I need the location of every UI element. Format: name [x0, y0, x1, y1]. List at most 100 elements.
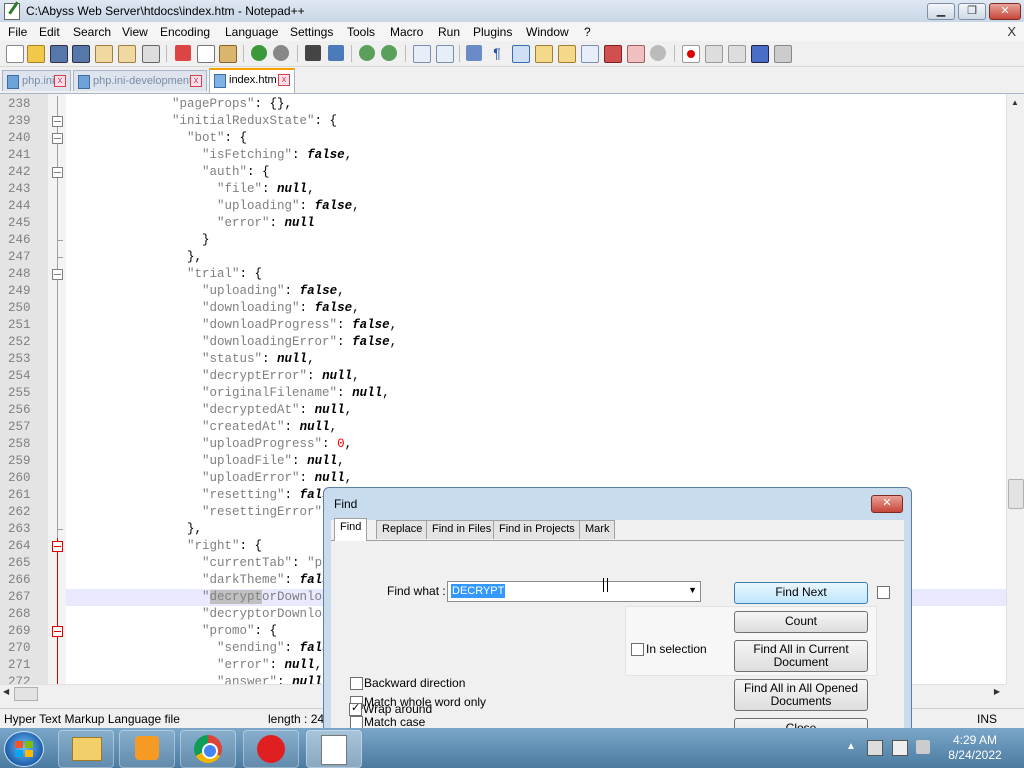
code-line[interactable]: 259 "uploadFile": null, — [0, 453, 1006, 470]
taskbar-app-red[interactable] — [243, 730, 299, 768]
wrap-around-checkbox[interactable] — [349, 701, 362, 716]
taskbar-notepadpp[interactable] — [306, 730, 362, 768]
menu-tools[interactable]: Tools — [347, 25, 375, 39]
code-line[interactable]: 253 "status": null, — [0, 351, 1006, 368]
find-all-opened-documents-button[interactable]: Find All in All Opened Documents — [734, 679, 868, 711]
sync-vertical-icon[interactable] — [413, 45, 431, 63]
menu-edit[interactable]: Edit — [39, 25, 60, 39]
user-language-icon[interactable] — [535, 45, 553, 63]
code-line[interactable]: 239 "initialReduxState": { — [0, 113, 1006, 130]
minimize-button[interactable]: ▁ — [927, 3, 955, 20]
save-all-icon[interactable] — [72, 45, 90, 63]
code-line[interactable]: 251 "downloadProgress": false, — [0, 317, 1006, 334]
fold-toggle-icon[interactable] — [52, 541, 63, 552]
new-file-icon[interactable] — [6, 45, 24, 63]
sync-horizontal-icon[interactable] — [436, 45, 454, 63]
code-line[interactable]: 238 "pageProps": {}, — [0, 96, 1006, 113]
fold-toggle-icon[interactable] — [52, 269, 63, 280]
transparency-checkbox[interactable] — [877, 586, 890, 599]
tab-find-in-projects[interactable]: Find in Projects — [493, 520, 581, 539]
backward-direction-checkbox[interactable] — [350, 677, 363, 690]
taskbar-explorer[interactable] — [58, 730, 114, 768]
menu-window[interactable]: Window — [526, 25, 569, 39]
doc-map-icon[interactable] — [558, 45, 576, 63]
menu-plugins[interactable]: Plugins — [473, 25, 512, 39]
menu-encoding[interactable]: Encoding — [160, 25, 210, 39]
save-macro-icon[interactable] — [774, 45, 792, 63]
volume-icon[interactable] — [916, 740, 930, 754]
play-macro-icon[interactable] — [728, 45, 746, 63]
code-line[interactable]: 249 "uploading": false, — [0, 283, 1006, 300]
taskbar-media-player[interactable] — [119, 730, 175, 768]
close-file-icon[interactable] — [95, 45, 113, 63]
menu-file[interactable]: File — [8, 25, 27, 39]
action-center-icon[interactable] — [892, 740, 908, 756]
menu-help[interactable]: ? — [584, 25, 591, 39]
fold-toggle-icon[interactable] — [52, 626, 63, 637]
find-what-input[interactable]: DECRYPT ▼ — [447, 581, 701, 602]
code-line[interactable]: 244 "uploading": false, — [0, 198, 1006, 215]
tab-find-in-files[interactable]: Find in Files — [426, 520, 498, 539]
code-line[interactable]: 242 "auth": { — [0, 164, 1006, 181]
fold-toggle-icon[interactable] — [52, 116, 63, 127]
close-all-icon[interactable] — [118, 45, 136, 63]
close-document-x[interactable]: X — [1007, 24, 1016, 39]
close-button[interactable]: ✕ — [989, 3, 1021, 20]
scroll-right-icon[interactable]: ▶ — [994, 687, 1000, 696]
record-macro-icon[interactable] — [682, 45, 700, 63]
menu-run[interactable]: Run — [438, 25, 460, 39]
horizontal-scroll-thumb[interactable] — [14, 687, 38, 701]
network-icon[interactable] — [867, 740, 883, 756]
code-line[interactable]: 248 "trial": { — [0, 266, 1006, 283]
dropdown-arrow-icon[interactable]: ▼ — [688, 585, 697, 595]
code-line[interactable]: 247 }, — [0, 249, 1006, 266]
tab-replace[interactable]: Replace — [376, 520, 429, 539]
menu-language[interactable]: Language — [225, 25, 278, 39]
tab-find[interactable]: Find — [334, 518, 368, 541]
project-panel-icon[interactable] — [627, 45, 645, 63]
fold-toggle-icon[interactable] — [52, 133, 63, 144]
code-line[interactable]: 241 "isFetching": false, — [0, 147, 1006, 164]
close-tab-icon[interactable]: x — [54, 75, 66, 87]
in-selection-checkbox[interactable] — [631, 643, 644, 656]
code-line[interactable]: 246 } — [0, 232, 1006, 249]
zoom-in-icon[interactable] — [359, 45, 375, 61]
menu-search[interactable]: Search — [73, 25, 111, 39]
menu-view[interactable]: View — [122, 25, 148, 39]
zoom-out-icon[interactable] — [381, 45, 397, 61]
monitoring-icon[interactable] — [650, 45, 666, 61]
code-line[interactable]: 252 "downloadingError": false, — [0, 334, 1006, 351]
function-list-icon[interactable] — [581, 45, 599, 63]
close-tab-icon[interactable]: x — [190, 75, 202, 87]
paste-icon[interactable] — [219, 45, 237, 63]
code-line[interactable]: 255 "originalFilename": null, — [0, 385, 1006, 402]
code-line[interactable]: 257 "createdAt": null, — [0, 419, 1006, 436]
code-line[interactable]: 260 "uploadError": null, — [0, 470, 1006, 487]
replace-icon[interactable] — [328, 45, 344, 61]
code-line[interactable]: 240 "bot": { — [0, 130, 1006, 147]
undo-icon[interactable] — [251, 45, 267, 61]
menu-macro[interactable]: Macro — [390, 25, 423, 39]
find-next-button[interactable]: Find Next — [734, 582, 868, 604]
code-line[interactable]: 258 "uploadProgress": 0, — [0, 436, 1006, 453]
vertical-scrollbar[interactable]: ▲ — [1006, 94, 1024, 684]
tab-php-ini[interactable]: php.ini x — [2, 70, 71, 91]
redo-icon[interactable] — [273, 45, 289, 61]
taskbar-chrome[interactable] — [180, 730, 236, 768]
find-all-current-document-button[interactable]: Find All in Current Document — [734, 640, 868, 672]
cut-icon[interactable] — [175, 45, 191, 61]
vertical-scroll-thumb[interactable] — [1008, 479, 1024, 509]
copy-icon[interactable] — [197, 45, 215, 63]
show-hidden-icons[interactable]: ▲ — [846, 741, 856, 752]
scroll-left-icon[interactable]: ◀ — [3, 687, 9, 696]
print-icon[interactable] — [142, 45, 160, 63]
close-tab-icon[interactable]: x — [278, 74, 290, 86]
save-icon[interactable] — [50, 45, 68, 63]
maximize-button[interactable]: ❐ — [958, 3, 986, 20]
system-clock[interactable]: 4:29 AM 8/24/2022 — [940, 733, 1010, 763]
tab-php-ini-development[interactable]: php.ini-development x — [73, 70, 207, 91]
code-line[interactable]: 243 "file": null, — [0, 181, 1006, 198]
code-line[interactable]: 245 "error": null — [0, 215, 1006, 232]
run-macro-multiple-icon[interactable] — [751, 45, 769, 63]
tab-index-htm[interactable]: index.htm x — [209, 68, 295, 93]
